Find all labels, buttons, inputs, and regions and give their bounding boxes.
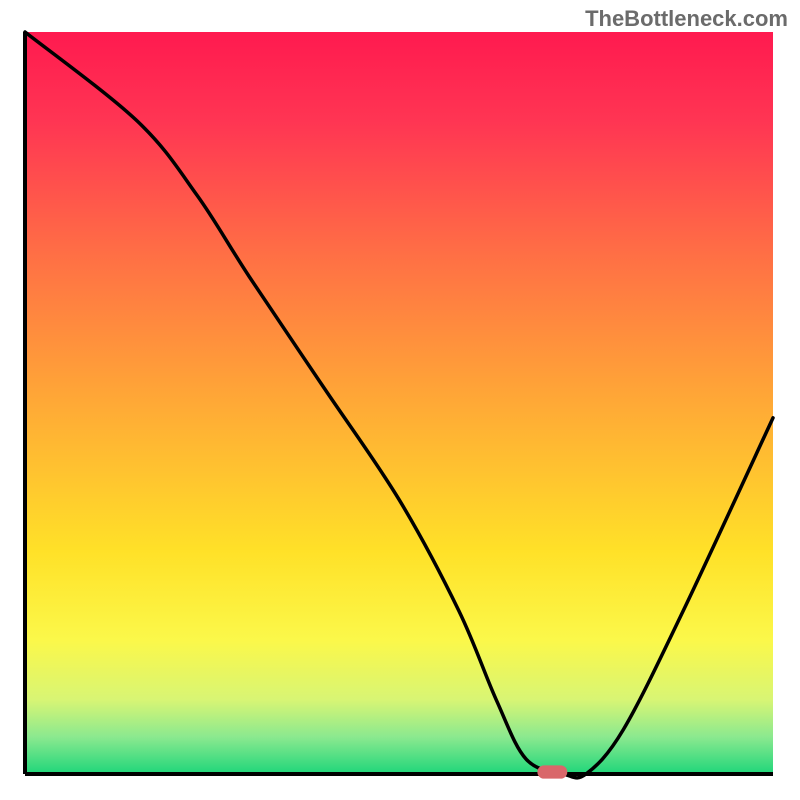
chart-container: TheBottleneck.com [0,0,800,800]
watermark-text: TheBottleneck.com [585,6,788,32]
bottleneck-chart [0,0,800,800]
plot-background [25,32,773,774]
optimum-marker [537,765,567,778]
